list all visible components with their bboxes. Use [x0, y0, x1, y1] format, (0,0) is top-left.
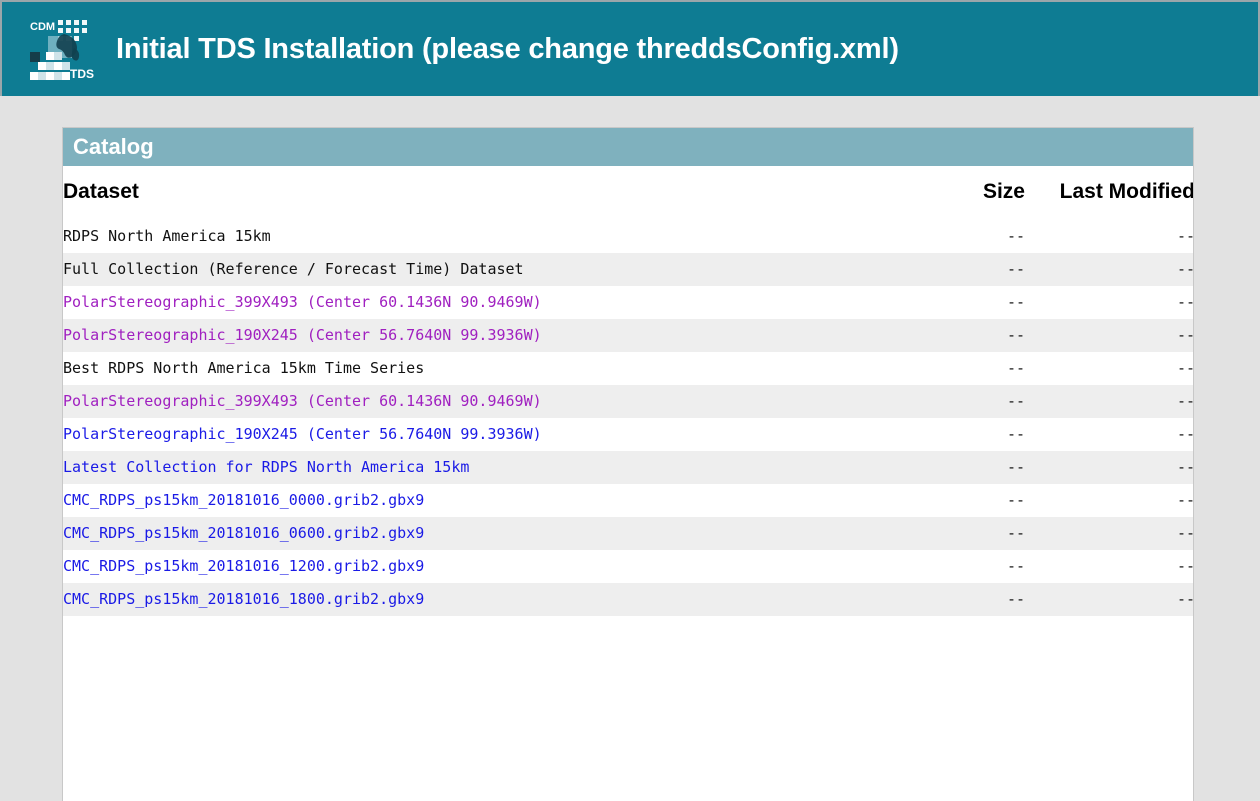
- size-cell: --: [897, 385, 1025, 418]
- dataset-cell: CMC_RDPS_ps15km_20181016_1200.grib2.gbx9: [63, 550, 897, 583]
- size-cell: --: [897, 418, 1025, 451]
- dataset-link[interactable]: CMC_RDPS_ps15km_20181016_0600.grib2.gbx9: [63, 524, 424, 542]
- table-row: PolarStereographic_399X493 (Center 60.14…: [63, 286, 1194, 319]
- table-row: Best RDPS North America 15km Time Series…: [63, 352, 1194, 385]
- column-header-size: Size: [897, 166, 1025, 220]
- dataset-link[interactable]: CMC_RDPS_ps15km_20181016_0000.grib2.gbx9: [63, 491, 424, 509]
- logo-tds-text: TDS: [70, 67, 94, 81]
- last-modified-cell: --: [1025, 451, 1194, 484]
- dataset-link[interactable]: PolarStereographic_399X493 (Center 60.14…: [63, 293, 542, 311]
- dataset-name-wrapper: Full Collection (Reference / Forecast Ti…: [63, 253, 524, 286]
- column-header-last-modified: Last Modified: [1025, 166, 1194, 220]
- dataset-label: Full Collection (Reference / Forecast Ti…: [63, 260, 524, 278]
- dataset-name-wrapper: PolarStereographic_399X493 (Center 60.14…: [63, 286, 542, 319]
- table-row: CMC_RDPS_ps15km_20181016_0000.grib2.gbx9…: [63, 484, 1194, 517]
- size-cell: --: [897, 517, 1025, 550]
- catalog-table: Dataset Size Last Modified RDPS North Am…: [63, 166, 1194, 616]
- dataset-cell: CMC_RDPS_ps15km_20181016_1800.grib2.gbx9: [63, 583, 897, 616]
- cdm-tds-logo: CDM TDS: [24, 14, 94, 84]
- page-header: CDM TDS Initial TDS Installation (please…: [0, 0, 1260, 96]
- table-row: Full Collection (Reference / Forecast Ti…: [63, 253, 1194, 286]
- dataset-cell: CMC_RDPS_ps15km_20181016_0600.grib2.gbx9: [63, 517, 897, 550]
- dataset-name-wrapper: Latest Collection for RDPS North America…: [63, 451, 469, 484]
- dataset-name-wrapper: CMC_RDPS_ps15km_20181016_1800.grib2.gbx9: [63, 583, 424, 616]
- size-cell: --: [897, 451, 1025, 484]
- last-modified-cell: --: [1025, 286, 1194, 319]
- logo-cdm-text: CDM: [30, 21, 55, 33]
- table-row: PolarStereographic_190X245 (Center 56.76…: [63, 418, 1194, 451]
- table-row: PolarStereographic_190X245 (Center 56.76…: [63, 319, 1194, 352]
- dataset-cell: Full Collection (Reference / Forecast Ti…: [63, 253, 897, 286]
- size-cell: --: [897, 583, 1025, 616]
- dataset-name-wrapper: CMC_RDPS_ps15km_20181016_0600.grib2.gbx9: [63, 517, 424, 550]
- last-modified-cell: --: [1025, 550, 1194, 583]
- dataset-link[interactable]: CMC_RDPS_ps15km_20181016_1200.grib2.gbx9: [63, 557, 424, 575]
- dataset-name-wrapper: CMC_RDPS_ps15km_20181016_0000.grib2.gbx9: [63, 484, 424, 517]
- size-cell: --: [897, 253, 1025, 286]
- dataset-link[interactable]: PolarStereographic_190X245 (Center 56.76…: [63, 326, 542, 344]
- size-cell: --: [897, 352, 1025, 385]
- column-header-dataset: Dataset: [63, 166, 897, 220]
- table-row: Latest Collection for RDPS North America…: [63, 451, 1194, 484]
- dataset-link[interactable]: PolarStereographic_399X493 (Center 60.14…: [63, 392, 542, 410]
- dataset-name-wrapper: CMC_RDPS_ps15km_20181016_1200.grib2.gbx9: [63, 550, 424, 583]
- table-row: CMC_RDPS_ps15km_20181016_1800.grib2.gbx9…: [63, 583, 1194, 616]
- dataset-cell: Best RDPS North America 15km Time Series: [63, 352, 897, 385]
- catalog-table-head: Dataset Size Last Modified: [63, 166, 1194, 220]
- last-modified-cell: --: [1025, 583, 1194, 616]
- dataset-cell: PolarStereographic_399X493 (Center 60.14…: [63, 286, 897, 319]
- dataset-name-wrapper: RDPS North America 15km: [63, 220, 271, 253]
- size-cell: --: [897, 484, 1025, 517]
- catalog-title: Catalog: [73, 134, 154, 160]
- table-row: CMC_RDPS_ps15km_20181016_0600.grib2.gbx9…: [63, 517, 1194, 550]
- last-modified-cell: --: [1025, 385, 1194, 418]
- catalog-panel: Catalog Dataset Size Last Modified RDPS …: [62, 127, 1194, 801]
- last-modified-cell: --: [1025, 319, 1194, 352]
- dataset-name-wrapper: Best RDPS North America 15km Time Series: [63, 352, 424, 385]
- size-cell: --: [897, 220, 1025, 253]
- last-modified-cell: --: [1025, 517, 1194, 550]
- dataset-label: RDPS North America 15km: [63, 227, 271, 245]
- table-row: RDPS North America 15km ----: [63, 220, 1194, 253]
- last-modified-cell: --: [1025, 352, 1194, 385]
- dataset-link[interactable]: PolarStereographic_190X245 (Center 56.76…: [63, 425, 542, 443]
- table-row: CMC_RDPS_ps15km_20181016_1200.grib2.gbx9…: [63, 550, 1194, 583]
- catalog-title-bar: Catalog: [63, 128, 1193, 166]
- dataset-name-wrapper: PolarStereographic_399X493 (Center 60.14…: [63, 385, 542, 418]
- dataset-cell: Latest Collection for RDPS North America…: [63, 451, 897, 484]
- dataset-cell: RDPS North America 15km: [63, 220, 897, 253]
- dataset-name-wrapper: PolarStereographic_190X245 (Center 56.76…: [63, 418, 542, 451]
- dataset-link[interactable]: Latest Collection for RDPS North America…: [63, 458, 469, 476]
- last-modified-cell: --: [1025, 220, 1194, 253]
- dataset-cell: PolarStereographic_190X245 (Center 56.76…: [63, 319, 897, 352]
- last-modified-cell: --: [1025, 484, 1194, 517]
- dataset-cell: CMC_RDPS_ps15km_20181016_0000.grib2.gbx9: [63, 484, 897, 517]
- size-cell: --: [897, 286, 1025, 319]
- size-cell: --: [897, 550, 1025, 583]
- dataset-cell: PolarStereographic_399X493 (Center 60.14…: [63, 385, 897, 418]
- table-header-row: Dataset Size Last Modified: [63, 166, 1194, 220]
- table-row: PolarStereographic_399X493 (Center 60.14…: [63, 385, 1194, 418]
- dataset-cell: PolarStereographic_190X245 (Center 56.76…: [63, 418, 897, 451]
- last-modified-cell: --: [1025, 253, 1194, 286]
- last-modified-cell: --: [1025, 418, 1194, 451]
- size-cell: --: [897, 319, 1025, 352]
- page-title: Initial TDS Installation (please change …: [116, 33, 899, 66]
- dataset-label: Best RDPS North America 15km Time Series: [63, 359, 424, 377]
- dataset-link[interactable]: CMC_RDPS_ps15km_20181016_1800.grib2.gbx9: [63, 590, 424, 608]
- catalog-table-body: RDPS North America 15km---- Full Collect…: [63, 220, 1194, 616]
- dataset-name-wrapper: PolarStereographic_190X245 (Center 56.76…: [63, 319, 542, 352]
